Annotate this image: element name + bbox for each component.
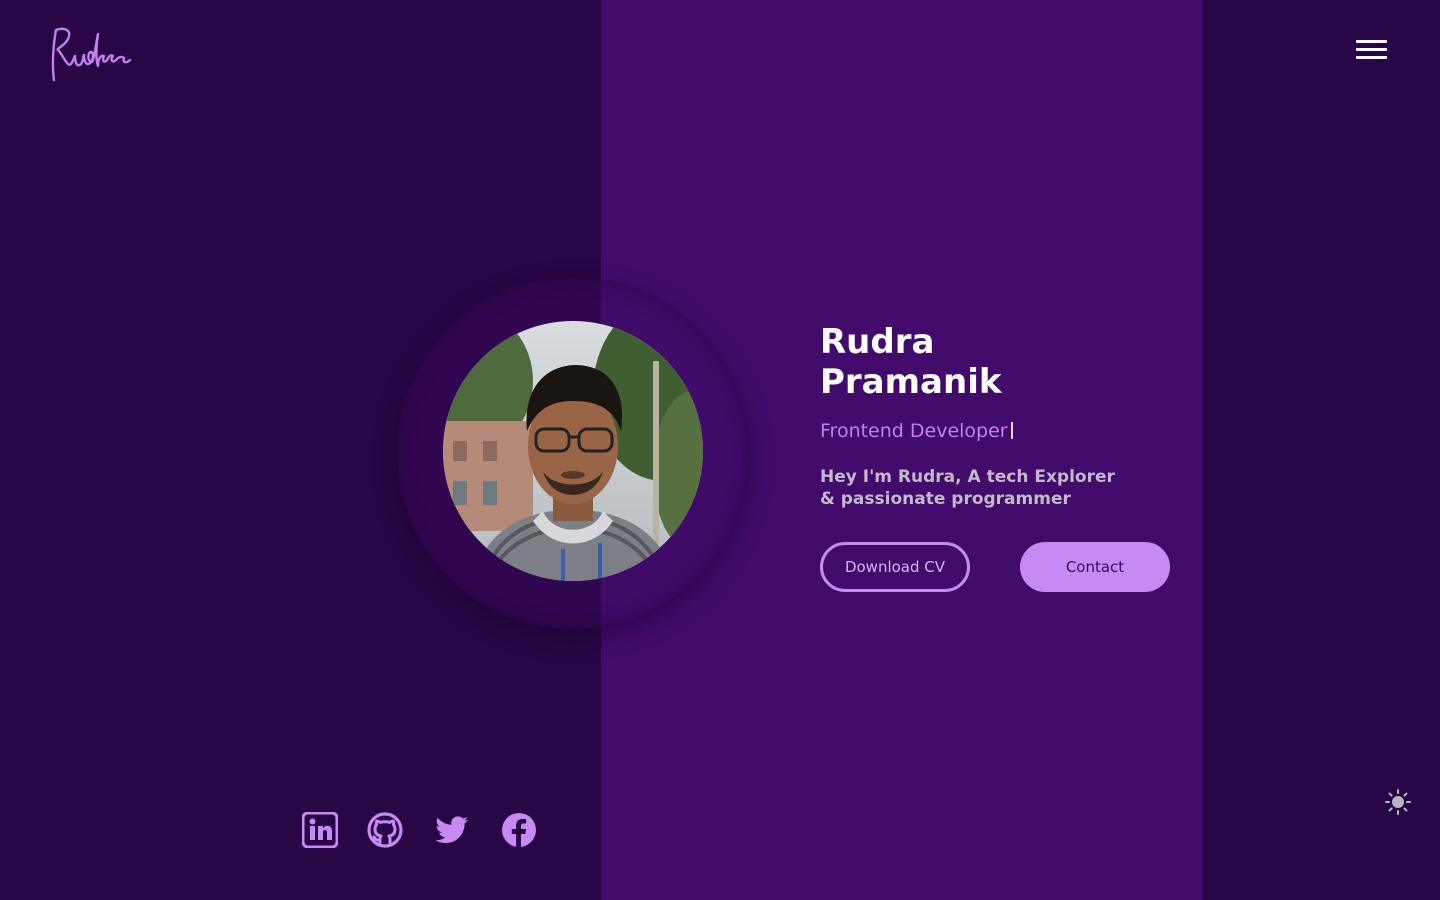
- download-cv-button[interactable]: Download CV: [820, 542, 970, 592]
- page: Rudra Pramanik Frontend Developer Hey I'…: [0, 0, 1440, 900]
- profile-photo: [443, 321, 703, 581]
- bio-line-2: & passionate programmer: [820, 489, 1071, 509]
- logo[interactable]: [44, 22, 134, 86]
- hamburger-line: [1356, 48, 1387, 51]
- contact-button[interactable]: Contact: [1020, 542, 1170, 592]
- github-icon: [367, 812, 403, 848]
- facebook-icon: [502, 813, 536, 847]
- facebook-link[interactable]: [501, 812, 537, 848]
- bio: Hey I'm Rudra, A tech Explorer & passion…: [820, 466, 1140, 510]
- theme-toggle-button[interactable]: [1384, 788, 1412, 816]
- hamburger-line: [1356, 56, 1387, 59]
- twitter-icon: [435, 816, 468, 844]
- github-link[interactable]: [367, 812, 403, 848]
- hamburger-menu-icon: [1356, 40, 1387, 43]
- linkedin-link[interactable]: [301, 811, 339, 849]
- sun-icon: [1385, 789, 1411, 815]
- linkedin-icon: [301, 811, 339, 849]
- role-line: Frontend Developer: [820, 420, 1013, 442]
- bio-line-1: Hey I'm Rudra, A tech Explorer: [820, 467, 1115, 487]
- role-text: Frontend Developer: [820, 420, 1008, 442]
- typing-caret: [1010, 422, 1013, 439]
- twitter-link[interactable]: [434, 812, 470, 848]
- intro-section: Rudra Pramanik Frontend Developer Hey I'…: [820, 322, 1180, 592]
- name-first: Rudra: [820, 322, 935, 362]
- avatar: [443, 321, 703, 581]
- logo-signature-icon: [51, 27, 132, 82]
- name-last: Pramanik: [820, 362, 1002, 402]
- menu-button[interactable]: [1352, 36, 1392, 64]
